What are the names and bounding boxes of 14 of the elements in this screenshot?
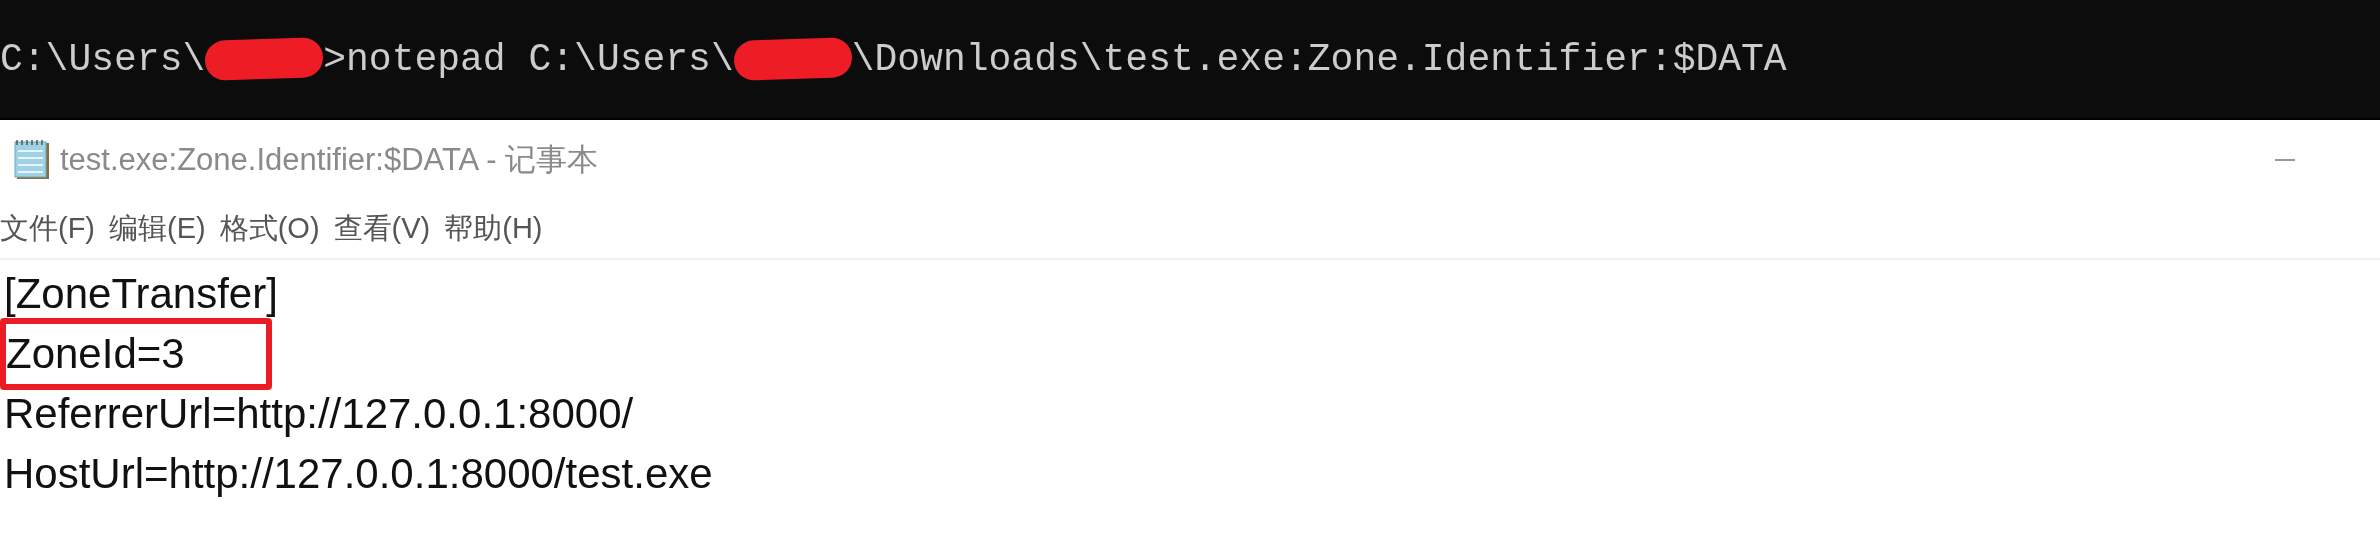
console-text: \Downloads\test.exe:Zone.Identifier:$DATA — [851, 37, 1787, 81]
text-line: ReferrerUrl=http://127.0.0.1:8000/ — [3, 389, 635, 439]
notepad-icon — [12, 139, 52, 181]
menu-item[interactable]: 文件(F) — [0, 209, 96, 249]
text-line: [ZoneTransfer] — [3, 269, 279, 319]
console-text: >notepad C:\Users\ — [323, 37, 734, 81]
window-title: test.exe:Zone.Identifier:$DATA - 记事本 — [60, 141, 600, 179]
menu-item[interactable]: 格式(O) — [219, 209, 320, 249]
text-line: ZoneId=3 — [6, 329, 185, 379]
menu-item[interactable]: 查看(V) — [333, 209, 431, 249]
menu-item[interactable]: 帮助(H) — [444, 209, 543, 249]
menu-item[interactable]: 编辑(E) — [109, 209, 206, 249]
text-line: HostUrl=http://127.0.0.1:8000/test.exe — [3, 449, 714, 499]
console-text: C:\Users\ — [0, 37, 206, 81]
